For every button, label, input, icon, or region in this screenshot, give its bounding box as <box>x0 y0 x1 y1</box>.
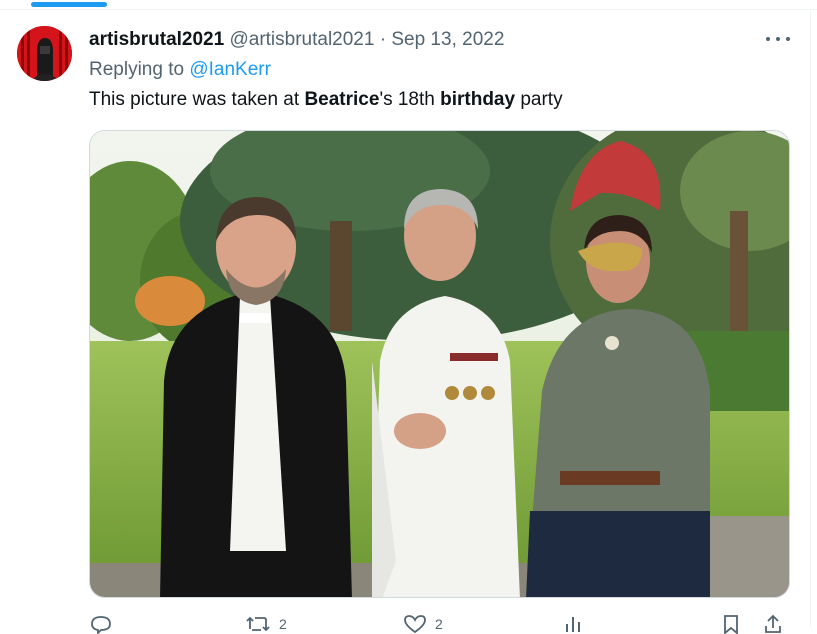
column-border <box>810 10 811 627</box>
like-icon <box>404 615 426 634</box>
replying-to-handle[interactable]: @IanKerr <box>189 59 271 80</box>
tab-indicator <box>31 2 107 7</box>
bookmark-icon <box>724 615 738 634</box>
timestamp[interactable]: Sep 13, 2022 <box>391 29 504 50</box>
retweet-button[interactable]: 2 <box>245 614 287 634</box>
share-icon <box>765 614 781 633</box>
text-bold-name: Beatrice <box>304 89 380 110</box>
replying-to-label: Replying to <box>89 59 185 80</box>
views-icon <box>566 617 580 632</box>
views-button[interactable] <box>563 614 585 634</box>
replying-to: Replying to @IanKerr <box>89 58 271 82</box>
handle[interactable]: @artisbrutal2021 <box>229 29 374 50</box>
text-bold-word: birthday <box>440 89 516 110</box>
separator: · <box>379 29 387 50</box>
like-button[interactable]: 2 <box>403 614 443 634</box>
share-button[interactable] <box>763 614 783 634</box>
action-bar: 2 2 <box>89 614 790 634</box>
bookmark-button[interactable] <box>721 614 741 634</box>
retweet-icon <box>246 616 270 632</box>
tweet-text: This picture was taken at Beatrice's 18t… <box>89 88 563 112</box>
text-part: party <box>515 89 563 110</box>
reply-button[interactable] <box>89 614 121 634</box>
more-dot <box>776 37 780 41</box>
tweet-photo[interactable] <box>89 130 790 598</box>
photo-illustration <box>90 131 789 597</box>
display-name[interactable]: artisbrutal2021 <box>89 29 224 50</box>
avatar[interactable] <box>17 26 72 81</box>
more-dot <box>786 37 790 41</box>
more-dot <box>766 37 770 41</box>
retweet-count: 2 <box>279 616 287 632</box>
more-icon[interactable] <box>766 29 790 49</box>
like-count: 2 <box>435 616 443 632</box>
text-part: 's 18th <box>379 89 441 110</box>
reply-icon <box>91 616 111 634</box>
tweet-header: artisbrutal2021 @artisbrutal2021 · Sep 1… <box>89 28 504 52</box>
top-divider <box>0 9 817 10</box>
avatar-image <box>17 26 72 81</box>
text-part: This picture was taken at <box>89 89 305 110</box>
